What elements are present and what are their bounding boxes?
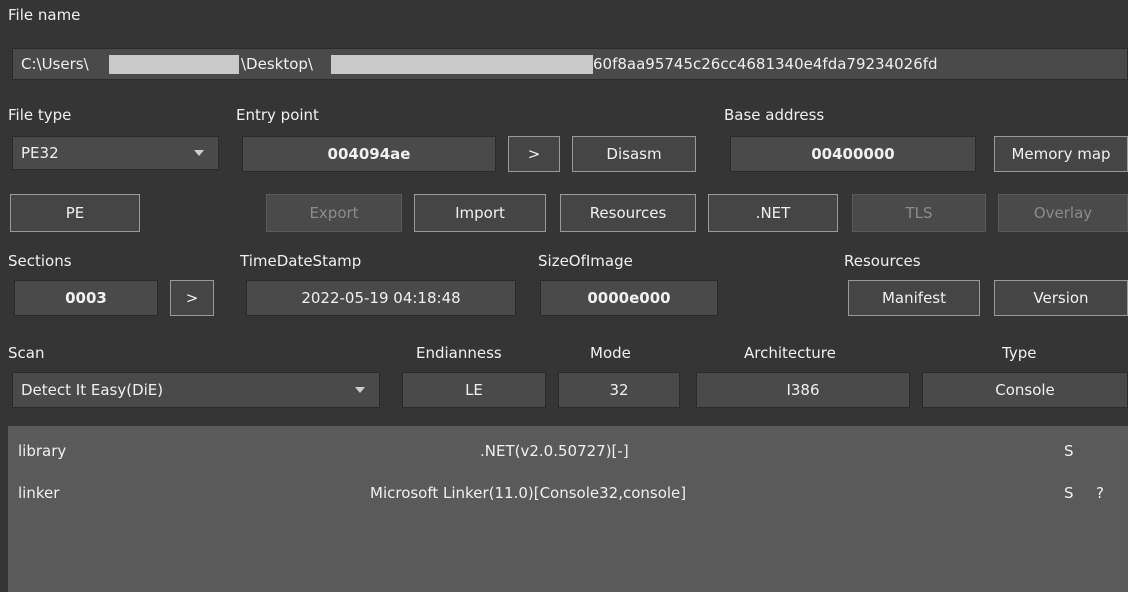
net-button[interactable]: .NET <box>708 194 838 232</box>
size-of-image-label: SizeOfImage <box>538 252 633 270</box>
file-path-start: C:\Users\ <box>21 55 89 73</box>
base-address-field[interactable]: 00400000 <box>730 136 976 172</box>
file-type-select[interactable]: PE32 <box>12 136 219 170</box>
result-signature-flag[interactable]: S <box>1064 484 1074 502</box>
export-button[interactable]: Export <box>266 194 402 232</box>
entry-point-go-button[interactable]: > <box>508 136 560 172</box>
memory-map-button[interactable]: Memory map <box>994 136 1128 172</box>
resources-button[interactable]: Resources <box>560 194 696 232</box>
file-name-label: File name <box>8 6 81 24</box>
mode-field[interactable]: 32 <box>558 372 680 408</box>
mode-label: Mode <box>590 344 631 362</box>
type-label: Type <box>1002 344 1037 362</box>
sections-field[interactable]: 0003 <box>14 280 158 316</box>
sections-go-button[interactable]: > <box>170 280 214 316</box>
file-path-end: 60f8aa95745c26cc4681340e4fda79234026fd <box>593 55 938 73</box>
base-address-label: Base address <box>724 106 825 124</box>
chevron-down-icon <box>194 150 204 156</box>
result-signature-flag[interactable]: S <box>1064 442 1074 460</box>
version-button[interactable]: Version <box>994 280 1128 316</box>
file-name-field[interactable]: C:\Users\ \Desktop\ 60f8aa95745c26cc4681… <box>12 48 1128 80</box>
entry-point-label: Entry point <box>236 106 319 124</box>
sections-label: Sections <box>8 252 72 270</box>
endianness-label: Endianness <box>416 344 502 362</box>
result-name: library <box>18 442 67 460</box>
tls-button[interactable]: TLS <box>852 194 986 232</box>
scan-results-list[interactable]: library .NET(v2.0.50727)[-] S linker Mic… <box>8 426 1128 592</box>
architecture-label: Architecture <box>744 344 836 362</box>
chevron-down-icon <box>355 387 365 393</box>
redacted-username <box>109 55 239 74</box>
scan-label: Scan <box>8 344 45 362</box>
import-button[interactable]: Import <box>414 194 546 232</box>
result-info-flag[interactable]: ? <box>1096 484 1104 502</box>
file-type-label: File type <box>8 106 72 124</box>
pe-button[interactable]: PE <box>10 194 140 232</box>
result-value: .NET(v2.0.50727)[-] <box>480 442 629 460</box>
size-of-image-field[interactable]: 0000e000 <box>540 280 718 316</box>
file-type-value: PE32 <box>21 144 59 162</box>
result-name: linker <box>18 484 60 502</box>
type-field[interactable]: Console <box>922 372 1128 408</box>
overlay-button[interactable]: Overlay <box>998 194 1128 232</box>
entry-point-field[interactable]: 004094ae <box>242 136 496 172</box>
resources-label: Resources <box>844 252 921 270</box>
scan-engine-select[interactable]: Detect It Easy(DiE) <box>12 372 380 408</box>
result-row[interactable]: linker Microsoft Linker(11.0)[Console32,… <box>8 478 1128 508</box>
manifest-button[interactable]: Manifest <box>848 280 980 316</box>
architecture-field[interactable]: I386 <box>696 372 910 408</box>
disasm-button[interactable]: Disasm <box>572 136 696 172</box>
scan-engine-value: Detect It Easy(DiE) <box>21 381 164 399</box>
redacted-filename <box>331 55 593 74</box>
result-value: Microsoft Linker(11.0)[Console32,console… <box>370 484 687 502</box>
file-path-mid: \Desktop\ <box>241 55 313 73</box>
timedatestamp-field[interactable]: 2022-05-19 04:18:48 <box>246 280 516 316</box>
result-row[interactable]: library .NET(v2.0.50727)[-] S <box>8 436 1128 466</box>
timedatestamp-label: TimeDateStamp <box>240 252 362 270</box>
endianness-field[interactable]: LE <box>402 372 546 408</box>
